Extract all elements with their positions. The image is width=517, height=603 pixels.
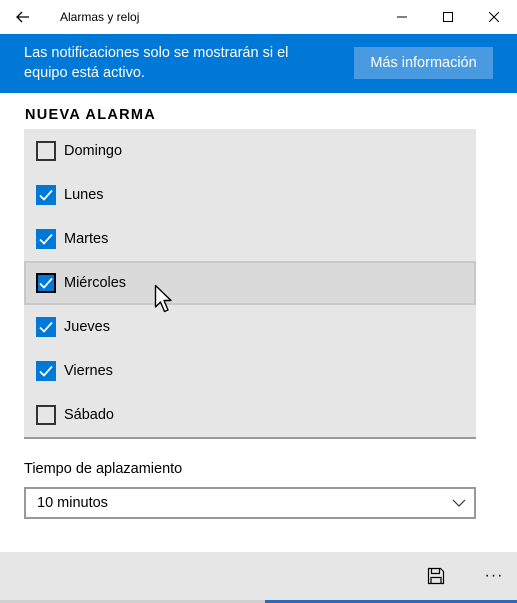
notification-banner: Las notificaciones solo se mostrarán si …	[0, 34, 517, 93]
day-item-viernes[interactable]: Viernes	[24, 349, 476, 393]
day-item-lunes[interactable]: Lunes	[24, 173, 476, 217]
day-item-miercoles[interactable]: Miércoles	[24, 261, 476, 305]
section-title: NUEVA ALARMA	[25, 107, 157, 123]
snooze-value: 10 minutos	[37, 495, 108, 511]
day-item-martes[interactable]: Martes	[24, 217, 476, 261]
minimize-button[interactable]	[379, 0, 425, 34]
checkbox[interactable]	[36, 185, 56, 205]
title-bar: Alarmas y reloj	[0, 0, 517, 34]
checkmark-icon	[39, 233, 53, 245]
minimize-icon	[397, 16, 407, 18]
maximize-button[interactable]	[425, 0, 471, 34]
day-label: Domingo	[64, 143, 123, 159]
checkmark-icon	[39, 189, 53, 201]
checkbox[interactable]	[36, 141, 56, 161]
day-item-jueves[interactable]: Jueves	[24, 305, 476, 349]
chevron-down-icon	[452, 499, 466, 507]
checkmark-icon	[39, 365, 53, 377]
maximize-icon	[443, 12, 453, 22]
back-button[interactable]	[0, 0, 46, 34]
checkbox[interactable]	[36, 229, 56, 249]
day-list: Domingo Lunes Martes Miércoles Jueves Vi…	[24, 129, 476, 439]
checkbox[interactable]	[36, 361, 56, 381]
command-bar: ···	[0, 552, 517, 600]
day-label: Lunes	[64, 187, 104, 203]
day-label: Miércoles	[64, 275, 127, 291]
checkmark-icon	[39, 321, 53, 333]
close-button[interactable]	[471, 0, 517, 34]
day-label: Jueves	[64, 319, 110, 335]
day-label: Sábado	[64, 407, 114, 423]
checkbox[interactable]	[36, 405, 56, 425]
day-item-sabado[interactable]: Sábado	[24, 393, 476, 437]
more-options-button[interactable]: ···	[476, 558, 512, 594]
main-content: NUEVA ALARMA Domingo Lunes Martes Miérco…	[0, 93, 517, 552]
day-label: Martes	[64, 231, 109, 247]
save-button[interactable]	[418, 558, 454, 594]
save-icon	[427, 567, 445, 585]
back-arrow-icon	[16, 11, 29, 23]
close-icon	[489, 12, 499, 22]
banner-message: Las notificaciones solo se mostrarán si …	[24, 45, 289, 81]
checkbox[interactable]	[36, 317, 56, 337]
checkbox[interactable]	[36, 273, 56, 293]
window-title: Alarmas y reloj	[60, 10, 140, 24]
snooze-dropdown[interactable]: 10 minutos	[24, 487, 476, 519]
checkmark-icon	[39, 277, 53, 289]
day-item-domingo[interactable]: Domingo	[24, 129, 476, 173]
mouse-cursor-icon	[154, 284, 172, 313]
more-info-button[interactable]: Más información	[354, 47, 493, 79]
snooze-label: Tiempo de aplazamiento	[24, 461, 183, 477]
day-label: Viernes	[64, 363, 113, 379]
